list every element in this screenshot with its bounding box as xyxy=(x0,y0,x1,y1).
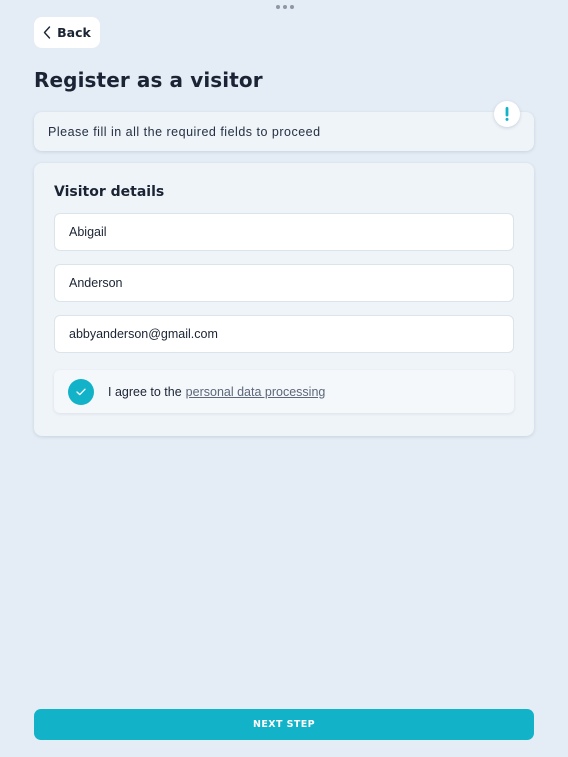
window-grabber[interactable] xyxy=(276,5,294,9)
back-button-label: Back xyxy=(57,25,91,40)
visitor-details-title: Visitor details xyxy=(54,184,165,200)
required-fields-notice: Please fill in all the required fields t… xyxy=(34,112,534,151)
register-visitor-screen: Back Register as a visitor Please fill i… xyxy=(0,0,568,757)
back-button[interactable]: Back xyxy=(34,17,100,48)
data-processing-consent[interactable]: I agree to the personal data processing xyxy=(54,370,514,413)
chevron-left-icon xyxy=(43,26,51,39)
exclamation-icon xyxy=(494,101,520,127)
email-input[interactable] xyxy=(54,315,514,353)
notice-text: Please fill in all the required fields t… xyxy=(48,124,321,139)
next-step-label: NEXT STEP xyxy=(253,719,315,730)
next-step-button[interactable]: NEXT STEP xyxy=(34,709,534,740)
first-name-input[interactable] xyxy=(54,213,514,251)
visitor-details-card: Visitor details I agree to the personal … xyxy=(34,163,534,436)
consent-checkbox[interactable] xyxy=(68,378,94,405)
page-title: Register as a visitor xyxy=(34,68,263,92)
checkmark-icon xyxy=(76,388,86,395)
personal-data-processing-link[interactable]: personal data processing xyxy=(186,385,326,399)
consent-text: I agree to the xyxy=(108,384,182,399)
last-name-input[interactable] xyxy=(54,264,514,302)
